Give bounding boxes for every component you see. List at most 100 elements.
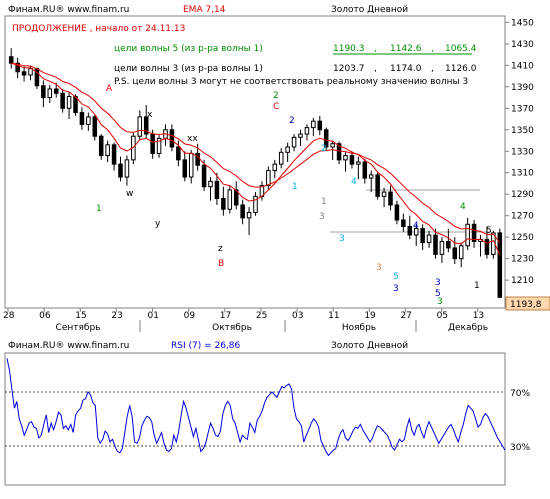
candle-body bbox=[60, 92, 65, 109]
candle-body bbox=[278, 151, 284, 165]
wave-label: xx bbox=[187, 134, 198, 144]
candle-body bbox=[343, 155, 348, 161]
header-title: Золото Дневной bbox=[331, 5, 408, 15]
wave5-sep-1: , bbox=[374, 44, 377, 54]
wave3-sep-2: , bbox=[431, 64, 434, 74]
candle-body bbox=[188, 152, 194, 178]
candle-body bbox=[446, 240, 451, 249]
wave-label: y bbox=[155, 219, 161, 229]
wave-label: 1 bbox=[292, 182, 298, 192]
date-tick-label: 13 bbox=[473, 311, 484, 321]
month-label: Декабрь bbox=[448, 323, 488, 333]
date-tick-label: 19 bbox=[364, 311, 376, 321]
candle-body bbox=[92, 116, 98, 137]
rsi-label-70: 70% bbox=[510, 389, 530, 399]
rsi-indicator: RSI (7) = 26,86 bbox=[171, 341, 241, 351]
date-tick-label: 25 bbox=[256, 311, 267, 321]
candle-body bbox=[433, 234, 438, 255]
wave3-sep-1: , bbox=[374, 64, 377, 74]
last-price-value: 1193,8 bbox=[510, 300, 542, 310]
candle-body bbox=[375, 174, 380, 197]
candle-body bbox=[388, 191, 393, 206]
candle-body bbox=[368, 174, 374, 179]
wave-label: 4 bbox=[460, 202, 466, 212]
wave-labels: A1wxyxxzB2C213433543 54351213 bbox=[96, 84, 492, 307]
rsi-title: Золото Дневной bbox=[331, 341, 408, 351]
month-label: Сентябрь bbox=[56, 323, 101, 333]
candle-body bbox=[465, 223, 470, 247]
headline-text: ПРОДОЛЖЕНИЕ , начало от 24.11.13 bbox=[12, 24, 185, 34]
date-tick-label: 09 bbox=[184, 311, 196, 321]
candle-body bbox=[221, 198, 226, 210]
candle-body bbox=[8, 56, 14, 64]
date-tick-label: 15 bbox=[75, 311, 86, 321]
price-tick-label: 1410 bbox=[511, 61, 534, 71]
candle-body bbox=[124, 159, 130, 178]
wave5-value-2: 1142.6 bbox=[390, 44, 422, 54]
wave3-value-3: 1126.0 bbox=[445, 64, 477, 74]
candle-body bbox=[21, 71, 27, 76]
wave-label: w bbox=[126, 189, 133, 199]
candle-body bbox=[28, 68, 33, 76]
price-tick-label: 1210 bbox=[511, 276, 534, 286]
candle-body bbox=[426, 234, 432, 244]
candle-body bbox=[137, 116, 143, 137]
candle-body bbox=[195, 152, 200, 166]
wave-label: 1 bbox=[321, 197, 327, 207]
candle-body bbox=[349, 155, 355, 165]
candle-body bbox=[285, 146, 290, 153]
candle-body bbox=[47, 88, 53, 99]
rsi-plot-frame bbox=[4, 352, 506, 486]
candle-body bbox=[272, 163, 278, 172]
date-tick-label: 23 bbox=[111, 311, 122, 321]
candle-body bbox=[484, 238, 490, 255]
wave-label: 3 bbox=[393, 284, 399, 294]
wave-label: z bbox=[218, 244, 223, 254]
header-source: Финам.RU® www.finam.ru bbox=[8, 5, 129, 15]
price-tick-label: 1230 bbox=[511, 255, 534, 265]
candle-body bbox=[201, 164, 207, 188]
candle-body bbox=[394, 204, 400, 221]
candle-body bbox=[214, 180, 220, 200]
candle-body bbox=[401, 219, 406, 227]
candle-body bbox=[41, 85, 46, 99]
rsi-line bbox=[6, 358, 506, 457]
candle-body bbox=[240, 204, 245, 219]
candle-body bbox=[227, 189, 233, 210]
candle-body bbox=[208, 180, 213, 188]
candle-body bbox=[317, 120, 323, 131]
candle-body bbox=[458, 245, 464, 260]
price-tick-label: 1290 bbox=[511, 190, 534, 200]
rsi-label-30: 30% bbox=[510, 443, 530, 453]
candle-body bbox=[266, 170, 271, 187]
candle-body bbox=[66, 95, 72, 109]
wave-label: 1 bbox=[96, 204, 102, 214]
date-axis: 28 06 15 23 01 09 17 25 03 11 19 27 05 13 Сентябрь Октя… bbox=[3, 308, 488, 333]
month-label: Октябрь bbox=[212, 323, 252, 333]
candle-body bbox=[420, 228, 425, 244]
wave-label: 2 bbox=[321, 144, 327, 154]
rsi-source: Финам.RU® www.finam.ru bbox=[8, 341, 129, 351]
wave-label: 3 bbox=[339, 234, 345, 244]
wave5-value-3: 1065.4 bbox=[445, 44, 477, 54]
price-grid bbox=[505, 21, 509, 281]
candle-body bbox=[291, 136, 297, 148]
candle-body bbox=[298, 133, 303, 138]
wave-label: 5 bbox=[393, 272, 399, 282]
candle-body bbox=[304, 127, 310, 135]
candle-body bbox=[381, 191, 387, 197]
wave-label: 2 bbox=[273, 91, 279, 101]
wave3-label: цели волны 3 (из р-ра волны 1) bbox=[114, 64, 263, 74]
wave-label: 2 bbox=[289, 116, 295, 126]
wave-label: 3 bbox=[437, 297, 443, 307]
price-tick-label: 1430 bbox=[511, 40, 534, 50]
wave5-value-1: 1190.3 bbox=[333, 44, 365, 54]
candle-body bbox=[86, 116, 91, 125]
date-tick-label: 06 bbox=[39, 311, 51, 321]
date-tick-label: 17 bbox=[220, 311, 231, 321]
chart-stage: Финам.RU® www.finam.ru EMA 7,14 Золото Д… bbox=[0, 0, 550, 499]
header-indicator: EMA 7,14 bbox=[183, 5, 226, 15]
candle-body bbox=[118, 163, 123, 178]
price-tick-label: 1310 bbox=[511, 169, 534, 179]
candle-body bbox=[111, 144, 117, 165]
